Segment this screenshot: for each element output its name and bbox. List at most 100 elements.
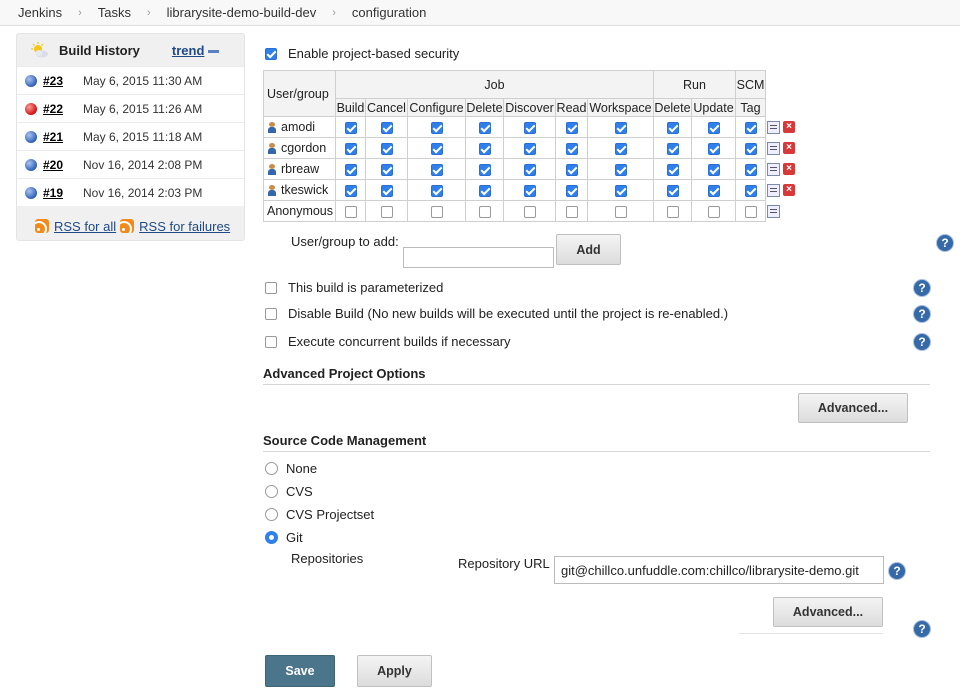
disable-build-checkbox[interactable]	[265, 307, 277, 320]
permission-checkbox[interactable]	[344, 184, 357, 197]
permission-checkbox[interactable]	[707, 142, 720, 155]
edit-icon[interactable]	[767, 205, 780, 218]
permission-checkbox[interactable]	[744, 163, 757, 176]
build-number-link[interactable]: #20	[43, 158, 77, 172]
edit-icon[interactable]	[767, 163, 780, 176]
permission-checkbox[interactable]	[380, 163, 393, 176]
permission-checkbox[interactable]	[744, 184, 757, 197]
permission-checkbox[interactable]	[478, 163, 491, 176]
build-date-link[interactable]: May 6, 2015 11:18 AM	[83, 130, 202, 144]
delete-icon[interactable]: ×	[783, 121, 795, 133]
build-number-link[interactable]: #19	[43, 186, 77, 200]
breadcrumb-jenkins[interactable]: Jenkins	[18, 5, 62, 20]
permission-checkbox[interactable]	[430, 121, 443, 134]
permission-checkbox[interactable]	[380, 205, 393, 218]
help-icon[interactable]: ?	[937, 235, 953, 251]
permission-checkbox[interactable]	[707, 121, 720, 134]
permission-checkbox[interactable]	[707, 184, 720, 197]
add-usergroup-button[interactable]: Add	[556, 234, 621, 265]
scm-cvs-radio[interactable]	[265, 485, 278, 498]
permission-checkbox[interactable]	[523, 205, 536, 218]
build-date-link[interactable]: May 6, 2015 11:30 AM	[83, 74, 202, 88]
help-icon[interactable]: ?	[914, 280, 930, 296]
scm-git-radio[interactable]	[265, 531, 278, 544]
permission-checkbox[interactable]	[344, 163, 357, 176]
permission-checkbox[interactable]	[523, 121, 536, 134]
permission-checkbox[interactable]	[744, 142, 757, 155]
build-number-link[interactable]: #21	[43, 130, 77, 144]
permission-checkbox[interactable]	[666, 142, 679, 155]
permission-checkbox[interactable]	[614, 142, 627, 155]
permission-checkbox[interactable]	[380, 142, 393, 155]
permission-checkbox[interactable]	[523, 163, 536, 176]
build-number-link[interactable]: #23	[43, 74, 77, 88]
help-icon[interactable]: ?	[889, 563, 905, 579]
breadcrumb-configuration[interactable]: configuration	[352, 5, 426, 20]
permission-checkbox[interactable]	[744, 205, 757, 218]
permission-checkbox[interactable]	[478, 205, 491, 218]
add-usergroup-label: User/group to add:	[291, 234, 399, 249]
breadcrumb-tasks[interactable]: Tasks	[98, 5, 131, 20]
delete-icon[interactable]: ×	[783, 184, 795, 196]
permission-checkbox[interactable]	[430, 184, 443, 197]
rss-failures-link[interactable]: RSS for failures	[139, 219, 230, 234]
permission-checkbox[interactable]	[478, 184, 491, 197]
permission-checkbox[interactable]	[707, 163, 720, 176]
build-number-link[interactable]: #22	[43, 102, 77, 116]
permission-checkbox[interactable]	[430, 142, 443, 155]
permission-checkbox[interactable]	[344, 205, 357, 218]
permission-checkbox[interactable]	[614, 184, 627, 197]
permission-cell	[691, 158, 736, 180]
scm-cvs-projectset-radio[interactable]	[265, 508, 278, 521]
delete-icon[interactable]: ×	[783, 142, 795, 154]
help-icon[interactable]: ?	[914, 334, 930, 350]
permission-checkbox[interactable]	[344, 142, 357, 155]
permission-checkbox[interactable]	[666, 163, 679, 176]
permission-checkbox[interactable]	[478, 142, 491, 155]
help-icon[interactable]: ?	[914, 621, 930, 637]
permission-checkbox[interactable]	[523, 142, 536, 155]
permission-checkbox[interactable]	[430, 163, 443, 176]
build-date-link[interactable]: Nov 16, 2014 2:03 PM	[83, 186, 202, 200]
permission-checkbox[interactable]	[666, 205, 679, 218]
trend-link[interactable]: trend	[172, 43, 205, 58]
concurrent-checkbox[interactable]	[265, 335, 277, 348]
advanced-project-button[interactable]: Advanced...	[798, 393, 908, 423]
permission-checkbox[interactable]	[344, 121, 357, 134]
edit-icon[interactable]	[767, 142, 780, 155]
permission-checkbox[interactable]	[666, 121, 679, 134]
delete-icon[interactable]: ×	[783, 163, 795, 175]
permission-checkbox[interactable]	[666, 184, 679, 197]
repository-url-input[interactable]: git@chillco.unfuddle.com:chillco/library…	[554, 556, 884, 584]
permission-checkbox[interactable]	[614, 163, 627, 176]
help-icon[interactable]: ?	[914, 306, 930, 322]
scm-none-radio[interactable]	[265, 462, 278, 475]
add-usergroup-input[interactable]	[403, 247, 554, 268]
save-button[interactable]: Save	[265, 655, 335, 687]
permission-checkbox[interactable]	[565, 121, 578, 134]
rss-all-link[interactable]: RSS for all	[54, 219, 116, 234]
parameterized-checkbox[interactable]	[265, 281, 277, 294]
scm-advanced-button[interactable]: Advanced...	[773, 597, 883, 627]
permission-checkbox[interactable]	[430, 205, 443, 218]
collapse-icon[interactable]	[208, 49, 220, 53]
edit-icon[interactable]	[767, 184, 780, 197]
permission-checkbox[interactable]	[478, 121, 491, 134]
build-date-link[interactable]: Nov 16, 2014 2:08 PM	[83, 158, 202, 172]
permission-checkbox[interactable]	[707, 205, 720, 218]
build-date-link[interactable]: May 6, 2015 11:26 AM	[83, 102, 202, 116]
breadcrumb-job[interactable]: librarysite-demo-build-dev	[167, 5, 317, 20]
permission-checkbox[interactable]	[744, 121, 757, 134]
permission-checkbox[interactable]	[565, 184, 578, 197]
edit-icon[interactable]	[767, 121, 780, 134]
permission-checkbox[interactable]	[565, 205, 578, 218]
permission-checkbox[interactable]	[380, 121, 393, 134]
permission-checkbox[interactable]	[380, 184, 393, 197]
permission-checkbox[interactable]	[565, 142, 578, 155]
permission-checkbox[interactable]	[614, 121, 627, 134]
permission-checkbox[interactable]	[565, 163, 578, 176]
permission-checkbox[interactable]	[614, 205, 627, 218]
enable-security-checkbox[interactable]	[265, 47, 277, 60]
permission-checkbox[interactable]	[523, 184, 536, 197]
apply-button[interactable]: Apply	[357, 655, 432, 687]
